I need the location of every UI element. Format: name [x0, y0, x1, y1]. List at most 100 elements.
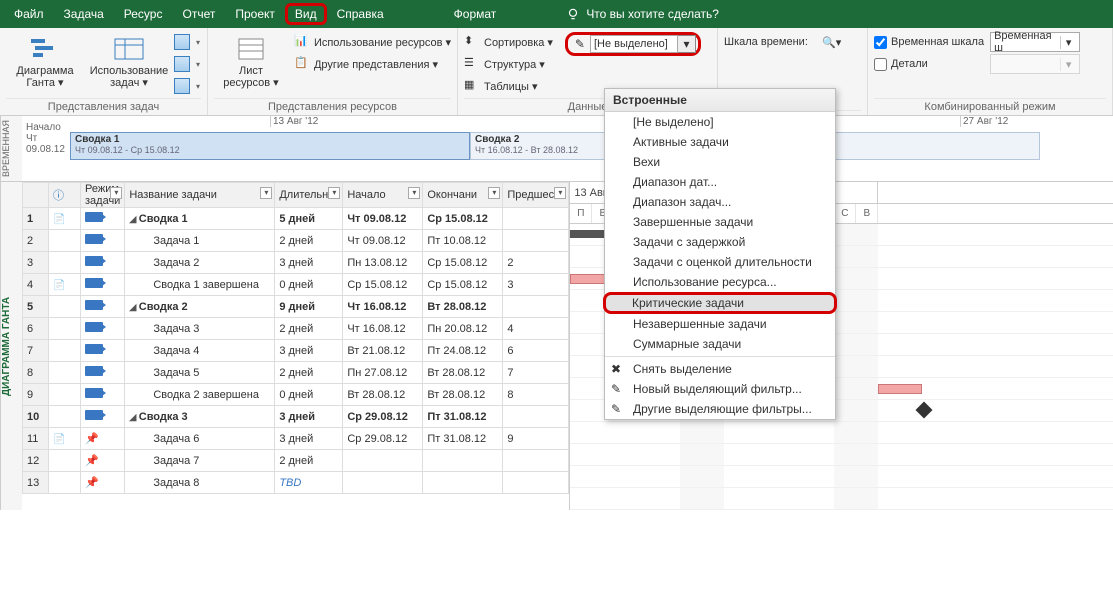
- gantt-icon: [29, 37, 61, 61]
- gantt-chart-label: Диаграмма Ганта ▾: [7, 63, 83, 89]
- dropdown-header: Встроенные: [605, 89, 835, 112]
- timeline-tick-1: 13 Авг '12: [270, 116, 318, 127]
- filter-item-11[interactable]: Суммарные задачи: [605, 334, 835, 354]
- gantt-bar[interactable]: [916, 402, 933, 419]
- other-views-icon: 📋: [294, 56, 310, 72]
- gantt-day: С: [834, 204, 856, 223]
- highlight-filter-dropdown[interactable]: ▾: [678, 35, 696, 53]
- view-icon: [174, 78, 190, 94]
- gantt-bar[interactable]: [878, 384, 922, 394]
- zoom-icon[interactable]: 🔍▾: [822, 36, 841, 49]
- gantt-chart-button[interactable]: Диаграмма Ганта ▾: [6, 30, 84, 94]
- task-row-5[interactable]: 5Сводка 29 днейЧт 16.08.12Вт 28.08.12: [23, 296, 569, 318]
- task-row-13[interactable]: 13📌Задача 8TBD: [23, 472, 569, 494]
- col-mode[interactable]: Режим задачи▾: [81, 183, 125, 208]
- highlight-filter[interactable]: ✎ [Не выделено] ▾: [565, 32, 701, 56]
- resource-sheet-button[interactable]: Лист ресурсов ▾: [214, 30, 288, 94]
- filter-item-0[interactable]: [Не выделено]: [605, 112, 835, 132]
- filter-item-2[interactable]: Вехи: [605, 152, 835, 172]
- tell-me-label: Что вы хотите сделать?: [586, 7, 719, 21]
- tables-button[interactable]: ▦ Таблицы ▾: [464, 76, 553, 96]
- view-icon: [174, 34, 190, 50]
- highlight-filter-menu: Встроенные [Не выделено]Активные задачиВ…: [604, 88, 836, 420]
- menu-report[interactable]: Отчет: [172, 3, 225, 25]
- task-row-1[interactable]: 1Сводка 15 днейЧт 09.08.12Ср 15.08.12: [23, 208, 569, 230]
- filter-item-8[interactable]: Использование ресурса...: [605, 272, 835, 292]
- group-label-splitview: Комбинированный режим: [874, 98, 1106, 115]
- col-start[interactable]: Начало▾: [343, 183, 423, 208]
- resource-usage-icon: 📊: [294, 34, 310, 50]
- col-i[interactable]: ⓘ: [49, 183, 81, 208]
- menu-format[interactable]: Формат: [444, 3, 507, 25]
- filter-item-7[interactable]: Задачи с оценкой длительности: [605, 252, 835, 272]
- menu-file[interactable]: Файл: [4, 3, 54, 25]
- gantt-day: В: [856, 204, 878, 223]
- filter-footer-0[interactable]: ✖Снять выделение: [605, 359, 835, 379]
- task-row-2[interactable]: 2Задача 12 днейЧт 09.08.12Пт 10.08.12: [23, 230, 569, 252]
- filter-item-9[interactable]: Критические задачи: [603, 292, 837, 314]
- col-dur[interactable]: Длительнс▾: [275, 183, 343, 208]
- filter-item-5[interactable]: Завершенные задачи: [605, 212, 835, 232]
- menu-project[interactable]: Проект: [225, 3, 285, 25]
- mini-btn-a[interactable]: [174, 32, 200, 52]
- view-icon: [174, 56, 190, 72]
- tell-me[interactable]: Что вы хотите сделать?: [566, 7, 719, 21]
- task-usage-icon: [113, 37, 145, 61]
- menu-help[interactable]: Справка: [327, 3, 394, 25]
- col-end[interactable]: Окончани▾: [423, 183, 503, 208]
- outline-label: Структура ▾: [484, 58, 545, 71]
- filter-item-4[interactable]: Диапазон задач...: [605, 192, 835, 212]
- details-combo[interactable]: ▾: [990, 54, 1080, 74]
- mini-btn-b[interactable]: [174, 54, 200, 74]
- sort-button[interactable]: ⬍Сортировка ▾: [464, 32, 553, 52]
- tables-icon: ▦: [464, 78, 480, 94]
- col-#[interactable]: [23, 183, 49, 208]
- timeline-side-label: ВРЕМЕННАЯ: [0, 116, 22, 181]
- other-views-button[interactable]: 📋Другие представления ▾: [294, 54, 451, 74]
- filter-item-10[interactable]: Незавершенные задачи: [605, 314, 835, 334]
- timeline-combo-value: Временная ш: [994, 30, 1060, 54]
- filter-footer-2[interactable]: ✎Другие выделяющие фильтры...: [605, 399, 835, 419]
- timeline-bar-1[interactable]: Сводка 1Чт 09.08.12 - Ср 15.08.12: [70, 132, 470, 160]
- filter-footer-1[interactable]: ✎Новый выделяющий фильтр...: [605, 379, 835, 399]
- filter-item-1[interactable]: Активные задачи: [605, 132, 835, 152]
- resource-usage-button[interactable]: 📊 Использование ресурсов ▾: [294, 32, 451, 52]
- task-row-3[interactable]: 3Задача 23 днейПн 13.08.12Ср 15.08.122: [23, 252, 569, 274]
- task-usage-button[interactable]: Использование задач ▾: [90, 30, 168, 94]
- task-row-12[interactable]: 12📌Задача 72 дней: [23, 450, 569, 472]
- resource-usage-label: Использование ресурсов ▾: [314, 36, 451, 49]
- timeline-start: Начало Чт 09.08.12: [22, 116, 70, 181]
- gantt-side-label: ДИАГРАММА ГАНТА: [0, 182, 22, 510]
- filter-item-3[interactable]: Диапазон дат...: [605, 172, 835, 192]
- menu-resource[interactable]: Ресурс: [114, 3, 173, 25]
- menu-task[interactable]: Задача: [54, 3, 114, 25]
- details-checkbox-label: Детали: [891, 58, 928, 70]
- filter-item-6[interactable]: Задачи с задержкой: [605, 232, 835, 252]
- task-row-9[interactable]: 9Сводка 2 завершена0 днейВт 28.08.12Вт 2…: [23, 384, 569, 406]
- timeline-checkbox-label: Временная шкала: [891, 36, 984, 48]
- tables-label: Таблицы ▾: [484, 80, 538, 93]
- task-row-7[interactable]: 7Задача 43 днейВт 21.08.12Пт 24.08.126: [23, 340, 569, 362]
- timeline-combo[interactable]: Временная ш▾: [990, 32, 1080, 52]
- outline-icon: ☰: [464, 56, 480, 72]
- task-row-4[interactable]: 4Сводка 1 завершена0 днейСр 15.08.12Ср 1…: [23, 274, 569, 296]
- menu-view[interactable]: Вид: [285, 3, 327, 25]
- sort-label: Сортировка ▾: [484, 36, 553, 49]
- ribbon: Диаграмма Ганта ▾ Использование задач ▾ …: [0, 28, 1113, 116]
- task-row-6[interactable]: 6Задача 32 днейЧт 16.08.12Пн 20.08.124: [23, 318, 569, 340]
- outline-button[interactable]: ☰ Структура ▾: [464, 54, 553, 74]
- task-row-11[interactable]: 11📌Задача 63 днейСр 29.08.12Пт 31.08.129: [23, 428, 569, 450]
- task-row-10[interactable]: 10Сводка 33 днейСр 29.08.12Пт 31.08.12: [23, 406, 569, 428]
- col-name[interactable]: Название задачи▾: [125, 183, 275, 208]
- col-pred[interactable]: Предшес▾: [503, 183, 569, 208]
- details-checkbox[interactable]: Детали: [874, 54, 984, 74]
- resource-sheet-icon: [235, 37, 267, 61]
- highlight-filter-value: [Не выделено]: [590, 35, 678, 53]
- timescale-label: Шкала времени: 🔍▾: [724, 32, 841, 52]
- task-grid: ⓘРежим задачи▾Название задачи▾Длительнс▾…: [22, 182, 570, 510]
- timeline-checkbox[interactable]: Временная шкала: [874, 32, 984, 52]
- timeline-tick-2: 27 Авг '12: [960, 116, 1008, 127]
- mini-btn-c[interactable]: [174, 76, 200, 96]
- task-usage-label: Использование задач ▾: [90, 63, 169, 89]
- task-row-8[interactable]: 8Задача 52 днейПн 27.08.12Вт 28.08.127: [23, 362, 569, 384]
